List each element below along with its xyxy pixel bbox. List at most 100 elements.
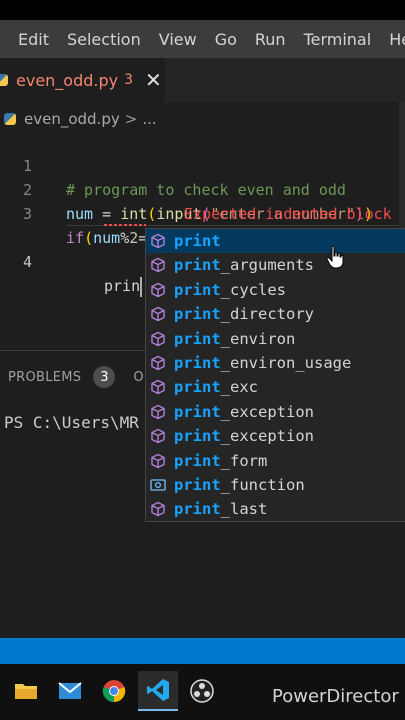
- suggestion-match: print: [174, 280, 221, 299]
- suggestion-rest: _arguments: [220, 256, 314, 275]
- module-icon: [151, 282, 165, 297]
- vscode-icon: [147, 679, 169, 701]
- code-token: num: [93, 229, 121, 247]
- breadcrumb-separator: >: [124, 110, 138, 128]
- module-icon: [151, 428, 165, 444]
- top-bar: [0, 0, 405, 20]
- breadcrumb-more[interactable]: ...: [142, 110, 156, 128]
- code-token: (: [84, 229, 94, 247]
- suggestion-rest: _form: [220, 451, 268, 470]
- mail-icon: [58, 682, 82, 699]
- code-line-2: 2 num = int(input("enter a number")): [0, 154, 405, 223]
- suggestion-label: print_arguments: [174, 256, 314, 274]
- taskbar-mail[interactable]: [50, 671, 90, 711]
- menu-view[interactable]: View: [150, 30, 206, 49]
- close-icon[interactable]: ✕: [145, 70, 162, 90]
- module-icon: [151, 331, 165, 346]
- suggestion-label: print_last: [174, 500, 267, 518]
- suggestion-rest: _last: [220, 500, 268, 519]
- suggestion-match: print: [174, 256, 221, 275]
- module-icon: [151, 258, 165, 273]
- suggestion-rest: _environ_usage: [220, 354, 352, 372]
- taskbar-chrome[interactable]: [94, 671, 134, 711]
- suggestion-rest: _directory: [220, 305, 314, 324]
- suggestion-item[interactable]: print_arguments: [146, 253, 405, 277]
- editor-tab-bar: even_odd.py 3 ✕: [0, 58, 405, 102]
- folder-icon: [15, 684, 37, 699]
- python-file-icon: [4, 113, 16, 125]
- suggestion-rest: _cycles: [220, 280, 286, 299]
- menu-selection[interactable]: Selection: [58, 30, 150, 49]
- suggestion-item[interactable]: print_last: [146, 497, 405, 521]
- suggestion-item[interactable]: print_environ: [146, 327, 405, 351]
- tab-even-odd[interactable]: even_odd.py 3 ✕: [0, 58, 165, 102]
- tab-problems[interactable]: PROBLEMS: [8, 370, 81, 385]
- suggestion-item[interactable]: print_function: [146, 473, 405, 497]
- breadcrumb-file[interactable]: even_odd.py: [24, 110, 120, 128]
- error-message: Expected indented block: [184, 205, 392, 223]
- suggestion-label: print_function: [174, 476, 305, 494]
- menu-run[interactable]: Run: [246, 30, 295, 49]
- module-icon: [151, 404, 165, 419]
- suggestion-item[interactable]: print_cycles: [146, 278, 405, 302]
- panel-tabs: PROBLEMS 3 O: [0, 365, 144, 389]
- suggestion-label: print_exception: [174, 427, 314, 445]
- module-icon: [151, 380, 165, 395]
- suggestion-item[interactable]: print_exc: [146, 375, 405, 399]
- suggestion-label: print_environ_usage: [174, 354, 351, 372]
- suggestion-match: print: [174, 354, 221, 372]
- suggestion-rest: _function: [220, 476, 305, 494]
- breadcrumb: even_odd.py > ...: [4, 108, 157, 130]
- taskbar-file-explorer[interactable]: [6, 671, 46, 711]
- line-number: 4: [22, 253, 32, 271]
- problems-count-badge: 3: [93, 366, 116, 388]
- suggestion-item[interactable]: print_directory: [146, 302, 405, 326]
- menu-terminal[interactable]: Terminal: [295, 30, 381, 49]
- suggestion-label: print_exc: [174, 378, 258, 396]
- menu-bar: Edit Selection View Go Run Terminal Help: [0, 20, 405, 58]
- error-squiggle: [104, 224, 146, 226]
- chrome-icon: [102, 680, 126, 703]
- tab-problem-count: 3: [124, 72, 134, 88]
- menu-go[interactable]: Go: [206, 30, 246, 49]
- suggestion-item[interactable]: print: [146, 229, 405, 253]
- tab-output[interactable]: O: [133, 370, 143, 385]
- menu-edit[interactable]: Edit: [0, 30, 58, 49]
- powerdirector-watermark: PowerDirector: [272, 686, 399, 707]
- suggestion-match: print: [174, 451, 221, 470]
- module-icon: [151, 453, 165, 468]
- code-token: 2: [129, 229, 139, 247]
- suggestion-label: print_environ: [174, 330, 295, 348]
- typed-text: prin: [104, 277, 141, 295]
- menu-help[interactable]: Help: [380, 30, 405, 49]
- suggestion-label: print_cycles: [174, 281, 286, 299]
- terminal-prompt[interactable]: PS C:\Users\MR: [4, 413, 139, 432]
- module-icon: [151, 355, 165, 371]
- module-icon: [151, 306, 165, 322]
- tab-filename: even_odd.py: [16, 70, 119, 90]
- mouse-pointer-hand-icon: [326, 245, 344, 269]
- suggestion-rest: _environ: [220, 329, 296, 348]
- suggestion-match: print: [174, 500, 221, 519]
- python-file-icon: [0, 74, 8, 86]
- suggestion-label: print_directory: [174, 305, 314, 323]
- obs-icon: [190, 679, 214, 703]
- taskbar-vscode[interactable]: [138, 671, 178, 711]
- code-line-3: 3 if(num%2==0):: [0, 178, 405, 247]
- suggestion-label: print: [174, 232, 221, 250]
- code-token: if: [66, 229, 85, 247]
- suggestion-item[interactable]: print_exception: [146, 424, 405, 448]
- suggestion-match: print: [174, 329, 221, 348]
- suggestion-item[interactable]: print_form: [146, 449, 405, 473]
- suggestion-label: print_exception: [174, 403, 314, 421]
- suggestion-item[interactable]: print_exception: [146, 400, 405, 424]
- suggestion-label: print_form: [174, 452, 267, 470]
- suggestion-item[interactable]: print_environ_usage: [146, 351, 405, 375]
- suggestion-match: print: [174, 232, 221, 250]
- function-icon: [150, 479, 166, 491]
- taskbar-obs[interactable]: [182, 671, 222, 711]
- text-cursor: [140, 276, 143, 297]
- suggestion-match: print: [174, 427, 221, 446]
- module-icon: [151, 502, 165, 517]
- suggestion-match: print: [174, 305, 221, 324]
